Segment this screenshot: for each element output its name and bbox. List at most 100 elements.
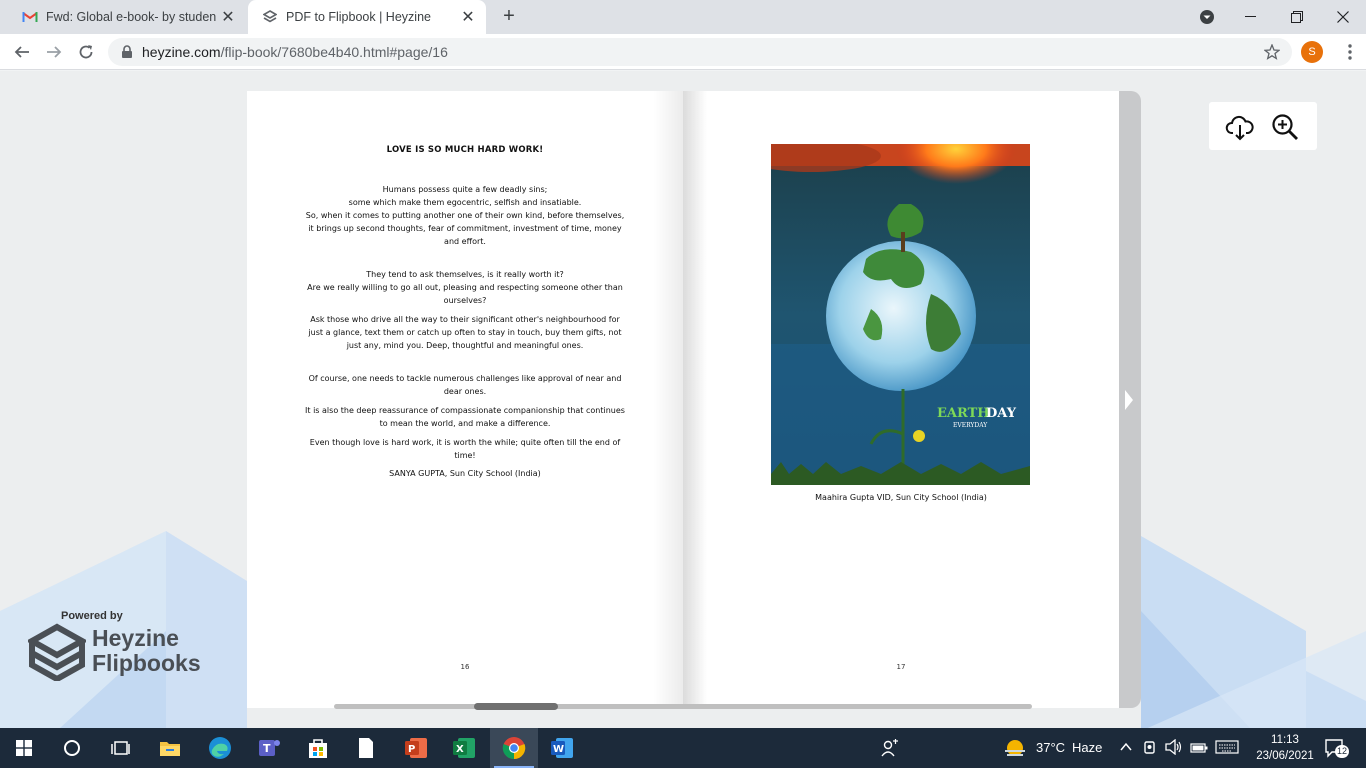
svg-text:X: X (456, 744, 464, 755)
weather-temp[interactable]: 37°C (1036, 740, 1065, 755)
poem-stanza: Even though love is hard work, it is wor… (309, 438, 621, 460)
volume-icon[interactable] (1165, 738, 1183, 756)
poem-stanza: It is also the deep reassurance of compa… (305, 406, 625, 428)
heyzine-logo-icon[interactable] (25, 623, 89, 683)
folder-icon (160, 742, 180, 756)
brand-name-line1: Heyzine (92, 625, 179, 651)
teams-icon: T (259, 740, 280, 756)
chevron-right-icon (1125, 390, 1133, 410)
excel-button[interactable]: X (440, 728, 488, 768)
download-button[interactable] (1225, 112, 1255, 142)
chevron-down-icon (1200, 10, 1214, 24)
gmail-icon (22, 9, 38, 25)
reload-button[interactable] (74, 40, 98, 64)
close-icon (1337, 11, 1349, 23)
clock-date: 23/06/2021 (1256, 750, 1314, 762)
lock-icon (122, 45, 132, 58)
close-window-button[interactable] (1320, 0, 1366, 34)
task-view-icon (111, 741, 130, 755)
tab-search-button[interactable] (1197, 7, 1217, 27)
open-book[interactable]: LOVE IS SO MUCH HARD WORK! Humans posses… (247, 91, 1141, 708)
minimize-button[interactable] (1228, 0, 1274, 34)
heyzine-icon (262, 9, 278, 25)
page-16[interactable]: LOVE IS SO MUCH HARD WORK! Humans posses… (247, 91, 683, 708)
notepad-button[interactable] (342, 728, 390, 768)
back-button[interactable] (10, 40, 34, 64)
file-explorer-button[interactable] (146, 728, 194, 768)
poem-title: LOVE IS SO MUCH HARD WORK! (386, 145, 544, 155)
powered-by-label: Powered by (61, 610, 123, 622)
svg-text:W: W (553, 744, 564, 755)
page-scrollbar-thumb[interactable] (474, 703, 558, 710)
start-button[interactable] (0, 728, 48, 768)
minimize-icon (1245, 16, 1256, 17)
svg-text:T: T (263, 742, 271, 755)
zoom-in-button[interactable] (1270, 112, 1300, 142)
next-page-button[interactable] (1120, 385, 1138, 415)
svg-text:EVERYDAY: EVERYDAY (953, 422, 988, 429)
tab-title: PDF to Flipbook | Heyzine (286, 10, 431, 24)
artwork-caption: Maahira Gupta VID, Sun City School (Indi… (815, 493, 987, 502)
page-number: 17 (896, 663, 906, 671)
notification-count: 12 (1335, 745, 1350, 758)
chrome-icon (502, 737, 526, 760)
meet-now-icon[interactable] (1142, 739, 1158, 755)
tab-close-icon[interactable]: ✕ (216, 7, 240, 27)
chrome-button[interactable] (490, 728, 538, 768)
task-view-button[interactable] (96, 728, 144, 768)
viewer-toolbox (1209, 102, 1317, 150)
forward-button[interactable] (42, 40, 66, 64)
chevron-up-icon[interactable] (1119, 740, 1133, 754)
kebab-menu-icon (1348, 44, 1352, 60)
tab-heyzine[interactable]: PDF to Flipbook | Heyzine ✕ (248, 0, 486, 34)
reload-icon (79, 45, 93, 59)
windows-logo-icon (16, 740, 32, 756)
poem-stanza: Of course, one needs to tackle numerous … (308, 374, 622, 396)
clock-time: 11:13 (1271, 734, 1299, 746)
restore-button[interactable] (1274, 0, 1320, 34)
edge-icon (209, 737, 231, 759)
earth-day-artwork: EARTH DAY EVERYDAY (771, 144, 1030, 485)
store-bag-icon (309, 739, 327, 758)
powerpoint-icon: P (405, 738, 427, 758)
tab-title: Fwd: Global e-book- by students (46, 10, 216, 24)
edge-button[interactable] (196, 728, 244, 768)
system-clock[interactable]: 11:13 23/06/2021 (1252, 732, 1318, 764)
svg-text:EARTH: EARTH (937, 406, 990, 421)
page-17[interactable]: EARTH DAY EVERYDAY Maahira Gupta VID, Su… (683, 91, 1119, 708)
keyboard-icon[interactable] (1215, 740, 1239, 754)
word-button[interactable]: W (538, 728, 586, 768)
browser-menu-button[interactable] (1340, 42, 1360, 62)
battery-icon[interactable] (1190, 741, 1208, 753)
tab-gmail[interactable]: Fwd: Global e-book- by students ✕ (8, 0, 246, 34)
powerpoint-button[interactable]: P (392, 728, 440, 768)
restore-icon (1291, 11, 1303, 23)
store-button[interactable] (294, 728, 342, 768)
teams-button[interactable]: T 9+ (246, 728, 526, 768)
new-tab-button[interactable]: + (498, 5, 520, 27)
url-text: heyzine.com/flip-book/7680be4b40.html#pa… (142, 44, 448, 60)
notifications-button[interactable]: 12 (1324, 738, 1350, 758)
bookmark-star-icon[interactable] (1264, 44, 1280, 60)
flipbook-viewer: LOVE IS SO MUCH HARD WORK! Humans posses… (0, 71, 1366, 728)
weather-desc[interactable]: Haze (1072, 740, 1102, 755)
excel-icon: X (453, 738, 475, 758)
weather-icon[interactable] (1003, 737, 1027, 759)
back-arrow-icon (14, 46, 29, 58)
page-scrollbar-track[interactable] (334, 704, 1032, 709)
windows-taskbar: T 9+ P X W 37°C Haze 11:13 23/06/20 (0, 728, 1366, 768)
profile-avatar[interactable]: S (1301, 41, 1323, 63)
poem-author: SANYA GUPTA, Sun City School (India) (389, 469, 541, 478)
forward-arrow-icon (47, 46, 62, 58)
tab-close-icon[interactable]: ✕ (456, 7, 480, 27)
brand-name-line2: Flipbooks (92, 650, 201, 676)
page-number: 16 (460, 663, 470, 671)
zoom-in-icon (1272, 114, 1298, 140)
search-button[interactable] (48, 728, 96, 768)
poem-stanza: Ask those who drive all the way to their… (308, 315, 622, 350)
poem-stanza: They tend to ask themselves, is it reall… (307, 270, 623, 305)
svg-text:DAY: DAY (986, 406, 1017, 421)
tab-strip: Fwd: Global e-book- by students ✕ PDF to… (0, 0, 1366, 34)
people-button[interactable] (866, 728, 914, 768)
omnibox[interactable]: heyzine.com/flip-book/7680be4b40.html#pa… (108, 38, 1292, 66)
